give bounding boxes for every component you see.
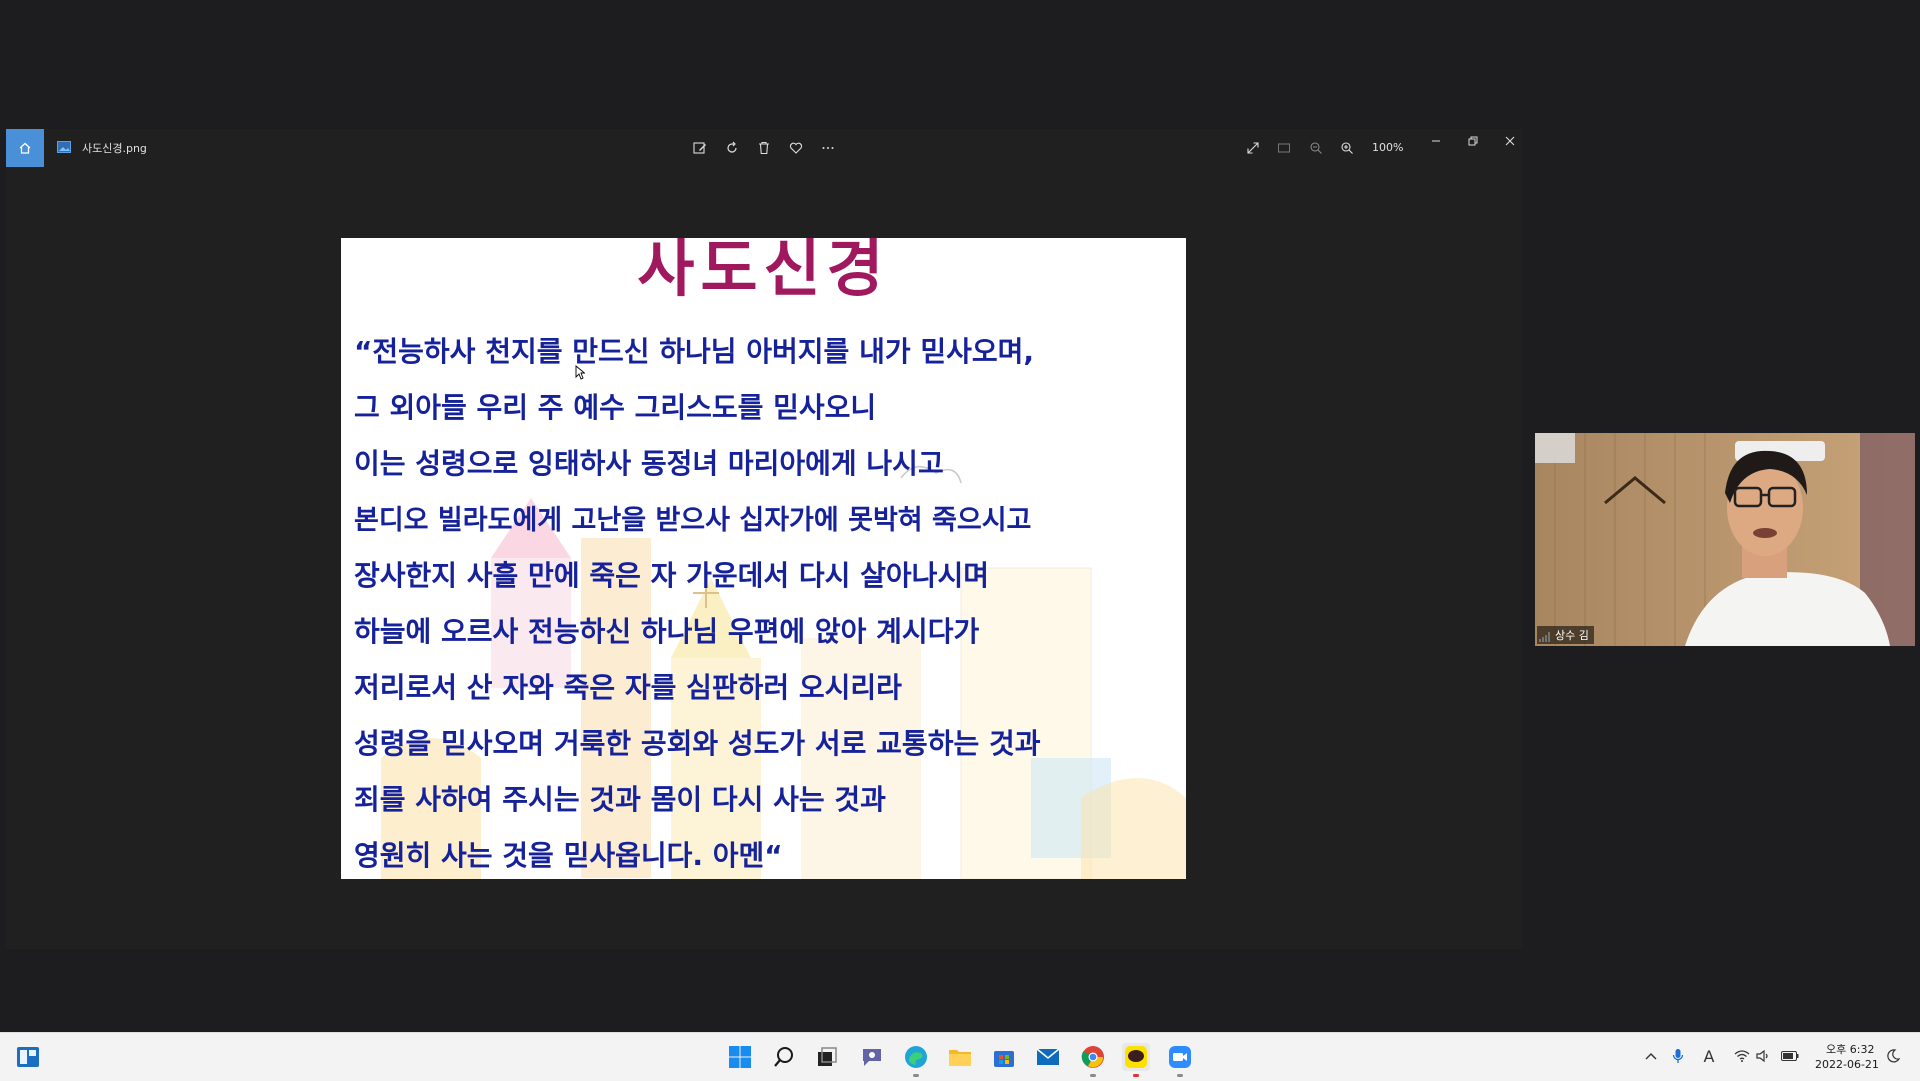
mail-icon	[1036, 1048, 1060, 1065]
creed-line: “전능하사 천지를 만드신 하나님 아버지를 내가 믿사오며,	[354, 335, 1035, 368]
heart-icon	[789, 142, 803, 154]
creed-line: 그 외아들 우리 주 예수 그리스도를 믿사오니	[354, 391, 877, 424]
close-button[interactable]	[1500, 131, 1520, 151]
zoom-video-icon	[1169, 1046, 1191, 1068]
start-button[interactable]	[726, 1043, 754, 1071]
mouse-cursor-icon	[575, 365, 585, 380]
volume-button[interactable]	[1754, 1047, 1772, 1065]
kakaotalk-icon	[1125, 1046, 1147, 1068]
teams-chat-button[interactable]	[858, 1043, 886, 1071]
widgets-icon	[17, 1047, 39, 1067]
creed-line: 본디오 빌라도에게 고난을 받으사 십자가에 못박혀 죽으시고	[354, 505, 1032, 536]
clock-time[interactable]: 오후 6:32	[1826, 1041, 1874, 1057]
participant-video-frame	[1535, 433, 1915, 646]
task-view-icon	[818, 1047, 837, 1066]
rotate-icon	[727, 141, 737, 153]
restore-icon	[1468, 136, 1478, 146]
task-view-button[interactable]	[813, 1043, 841, 1071]
file-explorer-button[interactable]	[946, 1043, 974, 1071]
displayed-image[interactable]: 사도신경 “전능하사 천지를 만드신 하나님 아버지를 내가 믿사오며, 그 외…	[341, 238, 1186, 879]
minimize-button[interactable]	[1426, 131, 1446, 151]
slide-title: 사도신경	[637, 238, 890, 305]
fullscreen-button[interactable]	[1243, 138, 1263, 158]
battery-icon	[1781, 1051, 1799, 1061]
mail-button[interactable]	[1034, 1043, 1062, 1071]
fit-icon	[1278, 143, 1290, 153]
chat-icon	[863, 1049, 881, 1066]
creed-line: 성령을 믿사오며 거룩한 공회와 성도가 서로 교통하는 것과	[354, 727, 1041, 760]
speaker-icon	[1756, 1050, 1768, 1062]
store-icon	[994, 1051, 1014, 1067]
edit-image-button[interactable]	[690, 138, 710, 158]
focus-assist-button[interactable]	[1884, 1047, 1902, 1065]
home-button[interactable]	[6, 129, 44, 167]
trash-icon	[759, 141, 769, 155]
chrome-icon	[1081, 1046, 1104, 1068]
image-file-icon	[57, 141, 71, 153]
chevron-up-icon	[1645, 1053, 1657, 1060]
viewer-titlebar: 사도신경.png 100%	[6, 129, 1522, 167]
running-indicator	[1090, 1074, 1096, 1077]
kakaotalk-button[interactable]	[1122, 1043, 1150, 1071]
delete-button[interactable]	[754, 138, 774, 158]
edge-icon	[905, 1046, 927, 1068]
folder-icon	[949, 1050, 971, 1066]
zoom-app-button[interactable]	[1166, 1043, 1194, 1071]
minimize-icon	[1432, 140, 1440, 142]
running-indicator	[1133, 1074, 1139, 1077]
clock-date[interactable]: 2022-06-21	[1815, 1058, 1879, 1071]
input-method-indicator[interactable]: A	[1700, 1047, 1718, 1066]
more-options-button[interactable]	[818, 138, 838, 158]
creed-line: 장사한지 사흘 만에 죽은 자 가운데서 다시 살아나시며	[354, 559, 989, 592]
zoom-level[interactable]: 100%	[1372, 141, 1403, 154]
participant-video-tile[interactable]: 상수 김	[1535, 433, 1915, 646]
zoom-in-button[interactable]	[1337, 138, 1357, 158]
zoom-out-button[interactable]	[1306, 138, 1326, 158]
chrome-browser-button[interactable]	[1079, 1043, 1107, 1071]
microphone-icon	[1672, 1049, 1684, 1063]
show-hidden-icons-button[interactable]	[1642, 1047, 1660, 1065]
windows-logo-icon	[729, 1046, 751, 1068]
rotate-button[interactable]	[722, 138, 742, 158]
zoom-out-icon	[1310, 142, 1322, 154]
widgets-button[interactable]	[14, 1043, 42, 1071]
more-icon	[822, 147, 834, 149]
creed-line: 죄를 사하여 주시는 것과 몸이 다시 사는 것과	[354, 783, 886, 816]
participant-name: 상수 김	[1537, 626, 1594, 644]
search-icon	[774, 1047, 793, 1067]
expand-icon	[1247, 142, 1259, 154]
store-button[interactable]	[990, 1043, 1018, 1071]
restore-button[interactable]	[1463, 131, 1483, 151]
actual-size-button[interactable]	[1274, 138, 1294, 158]
wifi-button[interactable]	[1733, 1047, 1751, 1065]
creed-line: 하늘에 오르사 전능하신 하나님 우편에 앉아 계시다가	[354, 615, 980, 648]
taskbar: A 오후 6:32 2022-06-21	[0, 1032, 1920, 1081]
home-icon	[19, 142, 31, 154]
creed-line: 저리로서 산 자와 죽은 자를 심판하러 오시리라	[354, 671, 902, 704]
running-indicator	[1177, 1074, 1183, 1077]
moon-icon	[1887, 1049, 1900, 1063]
creed-line: 영원히 사는 것을 믿사옵니다. 아멘“	[354, 839, 783, 872]
battery-button[interactable]	[1781, 1047, 1799, 1065]
microphone-button[interactable]	[1669, 1047, 1687, 1065]
close-icon	[1505, 136, 1515, 146]
favorite-button[interactable]	[786, 138, 806, 158]
search-button[interactable]	[770, 1043, 798, 1071]
wifi-icon	[1734, 1050, 1750, 1062]
file-name: 사도신경.png	[82, 142, 147, 155]
zoom-in-icon	[1341, 142, 1353, 154]
edge-browser-button[interactable]	[902, 1043, 930, 1071]
creed-line: 이는 성령으로 잉태하사 동정녀 마리아에게 나시고	[354, 447, 944, 480]
edit-image-icon	[693, 142, 706, 154]
running-indicator	[913, 1074, 919, 1077]
